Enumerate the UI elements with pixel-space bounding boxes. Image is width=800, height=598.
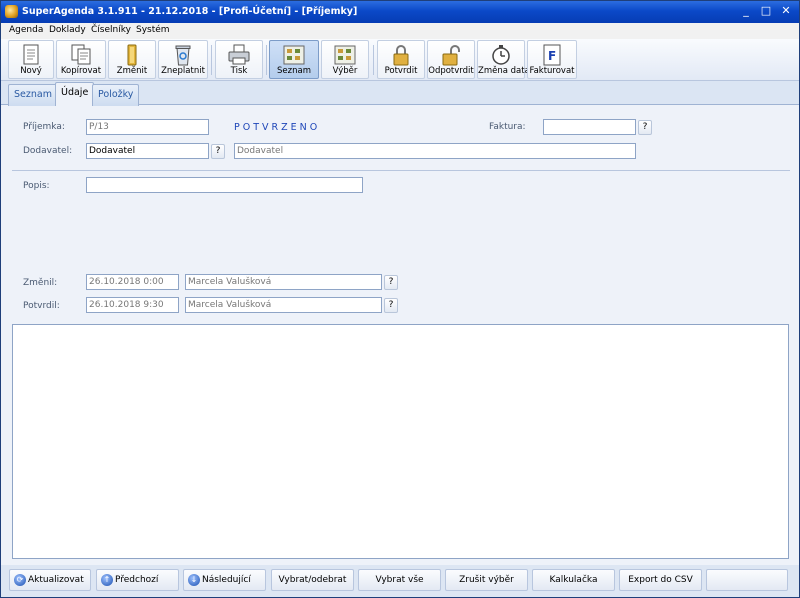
bottom-bar: ⟳ Aktualizovat ↑ Předchozí ↓ Následující… — [1, 565, 799, 597]
zmenil-label: Změnil: — [23, 278, 58, 288]
faktura-field[interactable] — [543, 119, 636, 135]
list-view-icon — [283, 45, 305, 65]
toolbar-separator — [211, 45, 212, 75]
menu-agenda[interactable]: Agenda — [9, 25, 43, 35]
maximize-button[interactable]: □ — [758, 4, 774, 19]
printer-icon — [228, 44, 250, 65]
aktualizovat-label: Aktualizovat — [28, 575, 84, 585]
novy-button[interactable]: Nový — [8, 40, 54, 79]
menu-doklady[interactable]: Doklady — [49, 25, 86, 35]
potvrdil-date-field[interactable]: 26.10.2018 9:30 — [86, 297, 179, 313]
prijemka-field[interactable]: P/13 — [86, 119, 209, 135]
toolbar-separator — [373, 45, 374, 75]
title-bar: SuperAgenda 3.1.911 - 21.12.2018 - [Prof… — [1, 1, 799, 23]
vybrat-odebrat-button[interactable]: Vybrat/odebrat — [271, 569, 354, 591]
kopirovat-label: Kopírovat — [60, 66, 102, 76]
novy-label: Nový — [20, 66, 42, 76]
predchozi-button[interactable]: ↑ Předchozí — [96, 569, 179, 591]
export-csv-label: Export do CSV — [628, 575, 693, 585]
unlock-icon — [442, 45, 460, 66]
refresh-icon: ⟳ — [14, 574, 26, 586]
app-icon — [5, 5, 18, 18]
potvrdil-label: Potvrdil: — [23, 301, 60, 311]
arrow-up-icon: ↑ — [101, 574, 113, 586]
dodavatel-code-field[interactable]: Dodavatel — [86, 143, 209, 159]
zrusit-vyber-button[interactable]: Zrušit výběr — [445, 569, 528, 591]
tab-bar: Seznam Údaje Položky — [1, 81, 799, 106]
zmenil-user-field[interactable]: Marcela Valušková — [185, 274, 382, 290]
tab-udaje[interactable]: Údaje — [55, 82, 95, 106]
edit-folder-icon — [127, 44, 137, 66]
new-document-icon — [23, 44, 39, 65]
zmenit-label: Změnit — [116, 66, 148, 76]
odpotvrdit-label: Odpotvrdit — [428, 66, 474, 76]
status-text: POTVRZENO — [234, 122, 321, 133]
zrusit-vyber-label: Zrušit výběr — [459, 575, 514, 585]
faktura-lookup-button[interactable]: ? — [638, 120, 652, 135]
export-csv-button[interactable]: Export do CSV — [619, 569, 702, 591]
invoice-icon: F — [543, 44, 561, 66]
zmena-data-label: Změna data — [478, 66, 530, 76]
kopirovat-button[interactable]: Kopírovat — [56, 40, 106, 79]
dodavatel-lookup-button[interactable]: ? — [211, 144, 225, 159]
potvrdit-label: Potvrdit — [384, 66, 418, 76]
aktualizovat-button[interactable]: ⟳ Aktualizovat — [9, 569, 91, 591]
close-button[interactable]: ✕ — [778, 4, 794, 19]
potvrdil-lookup-button[interactable]: ? — [384, 298, 398, 313]
menu-system[interactable]: Systém — [136, 25, 170, 35]
vyber-button[interactable]: Výběr — [321, 40, 369, 79]
toolbar-separator — [266, 45, 267, 75]
popis-label: Popis: — [23, 181, 50, 191]
nasledujici-button[interactable]: ↓ Následující — [183, 569, 266, 591]
lock-icon — [393, 45, 409, 66]
stopwatch-icon — [492, 45, 510, 65]
empty-button[interactable] — [706, 569, 788, 591]
zmena-data-button[interactable]: Změna data — [477, 40, 530, 79]
seznam-label: Seznam — [277, 66, 311, 76]
seznam-button[interactable]: Seznam — [269, 40, 319, 79]
vybrat-vse-button[interactable]: Vybrat vše — [358, 569, 441, 591]
vyber-label: Výběr — [332, 66, 358, 76]
zmenil-lookup-button[interactable]: ? — [384, 275, 398, 290]
fakturovat-button[interactable]: F Fakturovat — [527, 40, 577, 79]
tisk-label: Tisk — [230, 66, 248, 76]
vybrat-vse-label: Vybrat vše — [375, 575, 424, 585]
window-title: SuperAgenda 3.1.911 - 21.12.2018 - [Prof… — [22, 6, 358, 17]
main-window: SuperAgenda 3.1.911 - 21.12.2018 - [Prof… — [0, 0, 800, 598]
dodavatel-label: Dodavatel: — [23, 146, 73, 156]
zneplatnit-label: Zneplatnit — [161, 66, 205, 76]
prijemka-label: Příjemka: — [23, 122, 65, 132]
copy-icon — [71, 44, 91, 65]
minimize-button[interactable]: _ — [738, 4, 754, 19]
tab-polozky[interactable]: Položky — [92, 84, 140, 106]
odpotvrdit-button[interactable]: Odpotvrdit — [427, 40, 475, 79]
selection-icon — [334, 45, 356, 65]
dodavatel-name-field[interactable]: Dodavatel — [234, 143, 636, 159]
tisk-button[interactable]: Tisk — [215, 40, 263, 79]
zmenit-button[interactable]: Změnit — [108, 40, 156, 79]
zmenil-date-field[interactable]: 26.10.2018 0:00 — [86, 274, 179, 290]
notes-panel[interactable] — [12, 324, 789, 559]
popis-field[interactable] — [86, 177, 363, 193]
menu-bar: Agenda Doklady Číselníky Systém — [1, 23, 799, 39]
arrow-down-icon: ↓ — [188, 574, 200, 586]
tab-seznam[interactable]: Seznam — [8, 84, 58, 106]
predchozi-label: Předchozí — [115, 575, 159, 585]
form-divider — [12, 170, 790, 171]
menu-ciselniky[interactable]: Číselníky — [91, 25, 131, 35]
zneplatnit-button[interactable]: Zneplatnit — [158, 40, 208, 79]
toolbar: Nový Kopírovat Změnit Zneplatnit Tisk Se… — [1, 39, 799, 81]
potvrdit-button[interactable]: Potvrdit — [377, 40, 425, 79]
kalkulacka-button[interactable]: Kalkulačka — [532, 569, 615, 591]
faktura-label: Faktura: — [489, 122, 526, 132]
vybrat-odebrat-label: Vybrat/odebrat — [278, 575, 347, 585]
svg-text:F: F — [548, 49, 556, 63]
kalkulacka-label: Kalkulačka — [549, 575, 598, 585]
potvrdil-user-field[interactable]: Marcela Valušková — [185, 297, 382, 313]
recycle-bin-icon — [175, 45, 191, 66]
nasledujici-label: Následující — [202, 575, 251, 585]
fakturovat-label: Fakturovat — [529, 66, 575, 76]
